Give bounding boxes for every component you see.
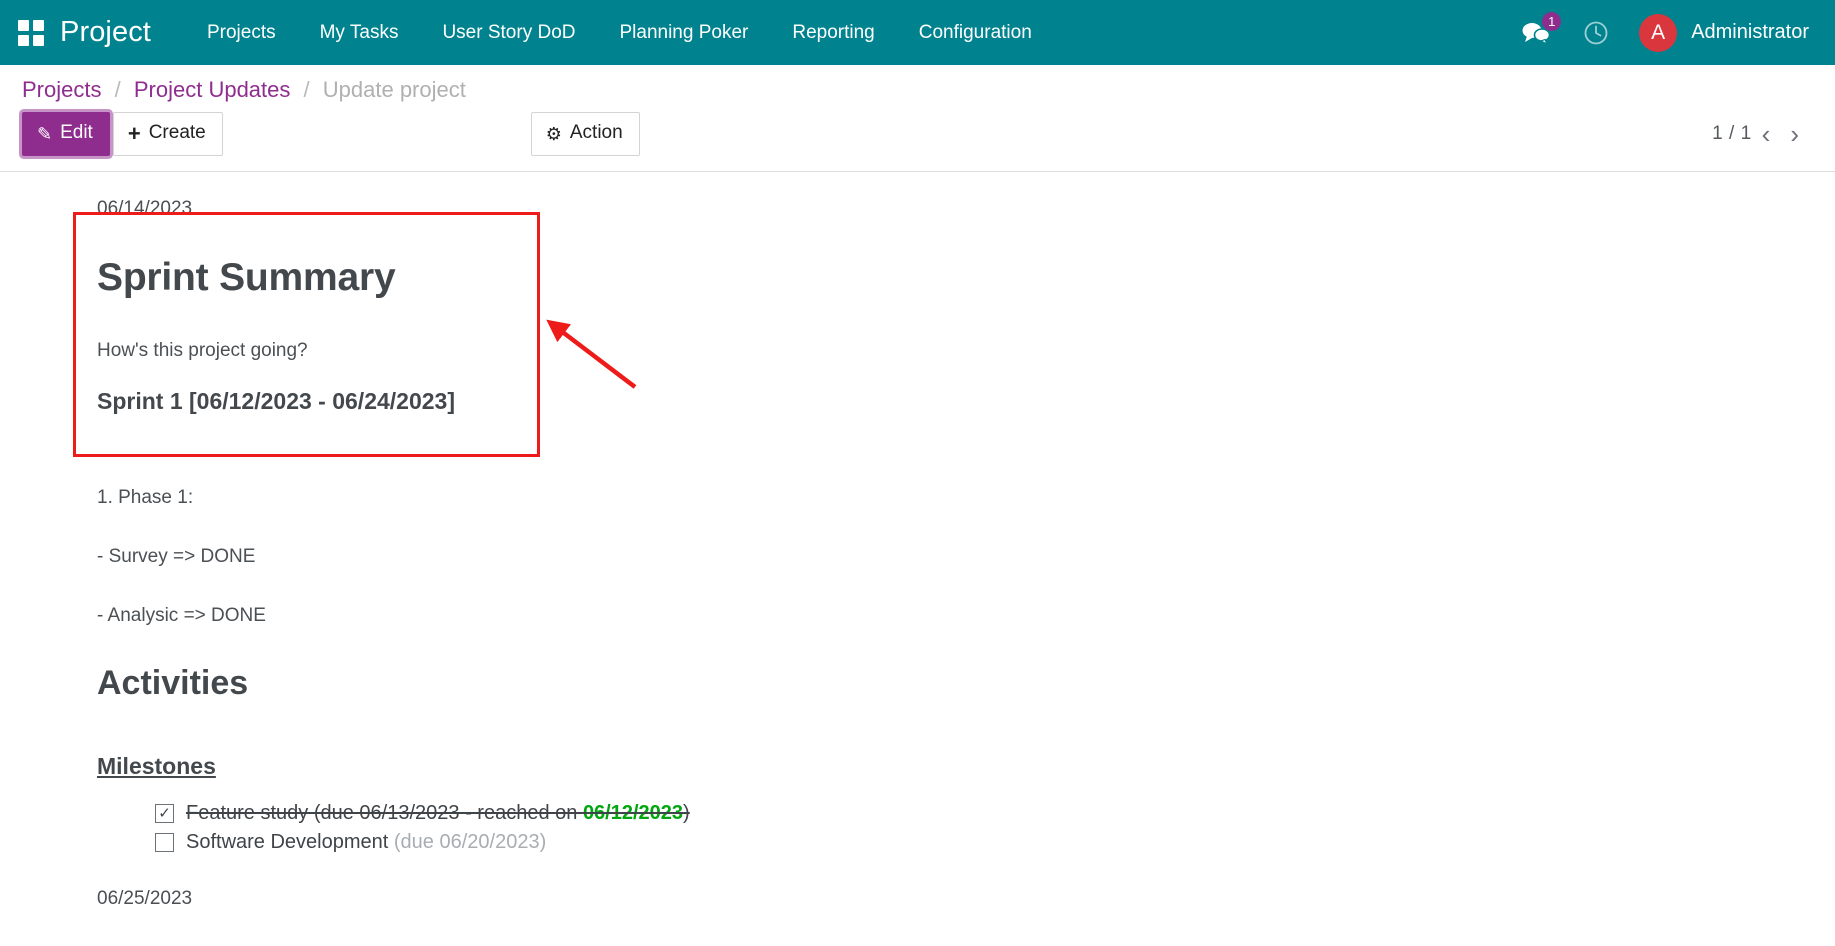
breadcrumb-item-projects[interactable]: Projects: [22, 77, 101, 102]
milestone-checkbox[interactable]: [155, 833, 174, 852]
breadcrumb-item-current: Update project: [322, 77, 466, 102]
record-sheet: 06/14/2023 Sprint Summary How's this pro…: [0, 172, 1835, 946]
gear-icon: ⚙: [545, 123, 562, 144]
apps-grid-icon[interactable]: [18, 19, 44, 46]
avatar: A: [1639, 13, 1678, 52]
navbar-right-section: 1 A Administrator: [1505, 0, 1811, 65]
milestones-heading: Milestones: [97, 753, 216, 779]
messages-button[interactable]: 1: [1505, 0, 1567, 65]
pager-next-button[interactable]: ›: [1780, 121, 1809, 147]
menu-item-reporting[interactable]: Reporting: [770, 0, 896, 65]
action-button-label: Action: [569, 122, 623, 144]
user-menu[interactable]: A Administrator: [1625, 0, 1811, 65]
plus-icon: +: [127, 120, 141, 146]
breadcrumb-separator: /: [303, 77, 310, 102]
milestone-due-date: (due 06/20/2023): [393, 831, 547, 853]
phase-item-survey: - Survey => DONE: [97, 546, 256, 567]
main-menu: Projects My Tasks User Story DoD Plannin…: [185, 0, 1054, 65]
phase-item-analysic: - Analysic => DONE: [97, 605, 266, 626]
update-title: Sprint Summary: [97, 256, 396, 299]
milestones-list: ✓ Feature study (due 06/13/2023 - reache…: [155, 802, 1835, 854]
app-brand-title[interactable]: Project: [60, 16, 151, 49]
sprint-range-line: Sprint 1 [06/12/2023 - 06/24/2023]: [97, 388, 455, 414]
user-name-label: Administrator: [1691, 21, 1809, 43]
menu-item-planning-poker[interactable]: Planning Poker: [597, 0, 770, 65]
menu-item-my-tasks[interactable]: My Tasks: [298, 0, 421, 65]
create-button[interactable]: + Create: [112, 112, 223, 156]
milestones-block: Milestones ✓ Feature study (due 06/13/20…: [97, 753, 1835, 854]
pager-value: 1 / 1: [1712, 123, 1752, 144]
list-item: ✓ Feature study (due 06/13/2023 - reache…: [155, 802, 1835, 825]
menu-item-user-story-dod[interactable]: User Story DoD: [420, 0, 597, 65]
control-panel: Projects / Project Updates / Update proj…: [0, 65, 1835, 172]
apps-grid-square: [18, 34, 29, 46]
edit-button[interactable]: ✎ Edit: [22, 112, 110, 156]
activities-heading: Activities: [97, 664, 249, 702]
create-button-label: Create: [148, 122, 206, 144]
apps-grid-square: [18, 19, 29, 31]
clock-icon: [1584, 21, 1608, 44]
pager: 1 / 1 ‹ ›: [1712, 121, 1815, 147]
next-update-date: 06/25/2023: [97, 888, 193, 909]
apps-grid-square: [33, 34, 44, 46]
messages-badge: 1: [1542, 12, 1562, 31]
apps-grid-square: [33, 19, 44, 31]
milestone-label: Software Development (due 06/20/2023): [186, 831, 547, 853]
milestone-label: Feature study (due 06/13/2023 - reached …: [186, 802, 690, 824]
activities-button[interactable]: [1567, 0, 1625, 65]
breadcrumb: Projects / Project Updates / Update proj…: [22, 77, 1815, 103]
edit-button-label: Edit: [60, 122, 93, 144]
control-panel-buttons: ✎ Edit + Create ⚙ Action 1 / 1 ‹ ›: [22, 112, 1815, 156]
action-button[interactable]: ⚙ Action: [530, 112, 640, 156]
top-navbar: Project Projects My Tasks User Story DoD…: [0, 0, 1835, 65]
update-document: 06/14/2023 Sprint Summary How's this pro…: [2, 172, 1835, 910]
phase-heading: 1. Phase 1:: [97, 487, 194, 508]
menu-item-projects[interactable]: Projects: [185, 0, 298, 65]
update-question: How's this project going?: [97, 340, 308, 361]
breadcrumb-item-project-updates[interactable]: Project Updates: [134, 77, 291, 102]
breadcrumb-separator: /: [114, 77, 121, 102]
pager-previous-button[interactable]: ‹: [1752, 121, 1781, 147]
milestone-checkbox[interactable]: ✓: [155, 804, 174, 823]
list-item: Software Development (due 06/20/2023): [155, 831, 1835, 854]
milestone-reached-date: 06/12/2023: [582, 802, 684, 824]
menu-item-configuration[interactable]: Configuration: [897, 0, 1054, 65]
pencil-icon: ✎: [37, 123, 53, 144]
update-date: 06/14/2023: [97, 198, 193, 219]
